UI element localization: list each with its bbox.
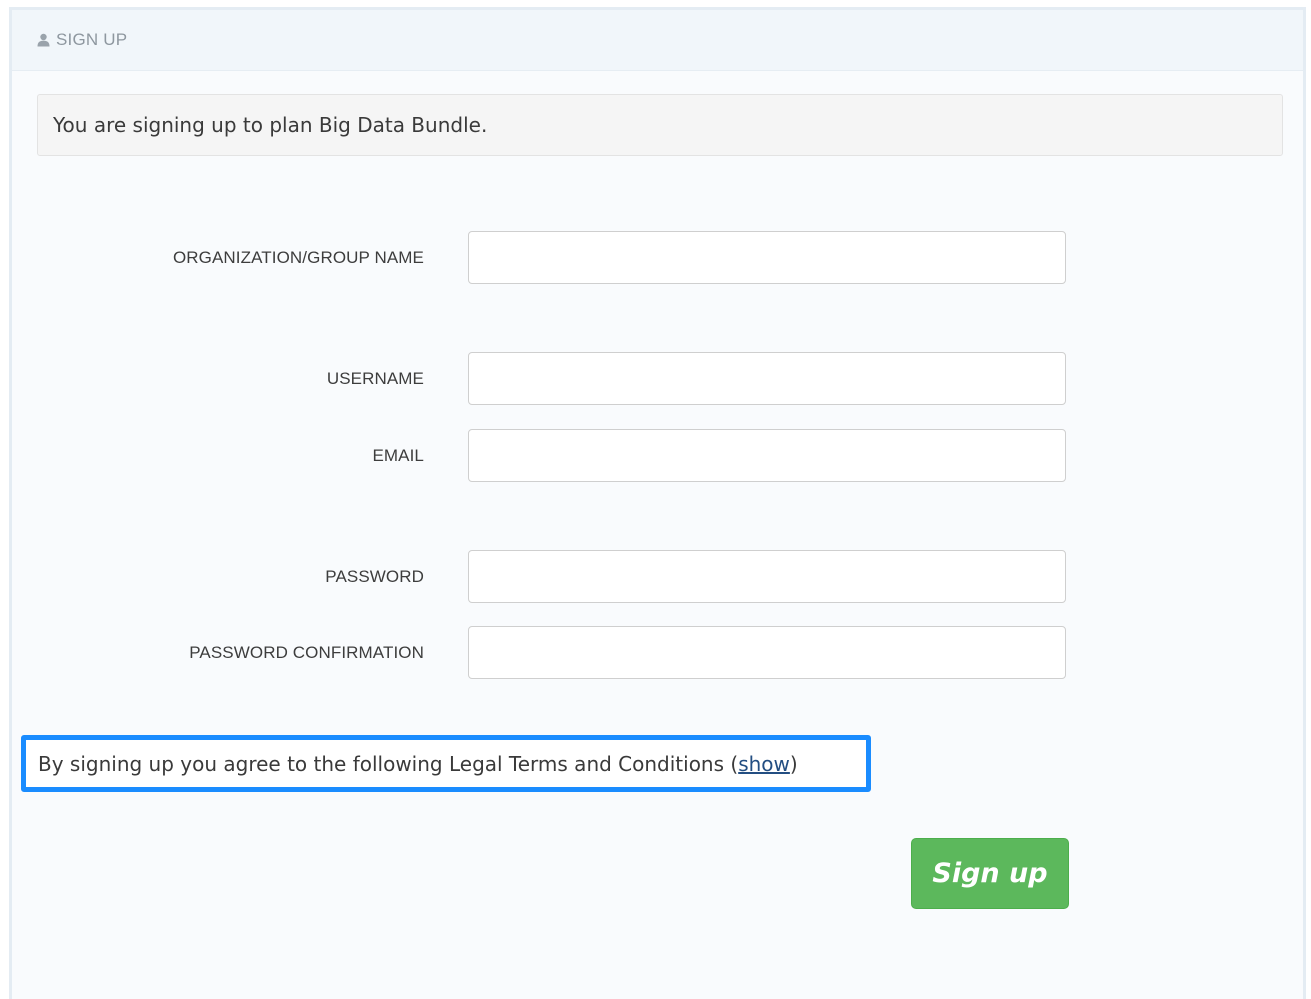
show-terms-link[interactable]: show — [738, 752, 790, 776]
password-confirmation-input[interactable] — [468, 626, 1066, 679]
password-input[interactable] — [468, 550, 1066, 603]
panel-title: SIGN UP — [56, 30, 128, 49]
email-label: EMAIL — [372, 446, 424, 465]
legal-terms-prefix: By signing up you agree to the following… — [38, 751, 739, 776]
form-row-password-confirmation: PASSWORD CONFIRMATION — [12, 626, 1309, 679]
panel-header: SIGN UP — [12, 10, 1303, 71]
legal-terms-suffix: ) — [789, 751, 798, 776]
email-input[interactable] — [468, 429, 1066, 482]
password-label: PASSWORD — [325, 567, 424, 586]
plan-notice-text: You are signing up to plan Big Data Bund… — [53, 113, 488, 137]
plan-notice: You are signing up to plan Big Data Bund… — [37, 94, 1283, 156]
legal-terms-text: By signing up you agree to the following… — [38, 752, 798, 776]
legal-terms-notice: By signing up you agree to the following… — [21, 735, 871, 792]
username-input[interactable] — [468, 352, 1066, 405]
form-row-username: USERNAME — [12, 352, 1309, 405]
signup-panel: SIGN UP You are signing up to plan Big D… — [9, 7, 1306, 999]
form-row-email: EMAIL — [12, 429, 1309, 482]
password-confirmation-label: PASSWORD CONFIRMATION — [189, 643, 424, 662]
organization-label: ORGANIZATION/GROUP NAME — [172, 248, 424, 267]
form-row-organization: ORGANIZATION/GROUP NAME — [12, 231, 1309, 284]
form-row-password: PASSWORD — [12, 550, 1309, 603]
user-icon — [37, 33, 50, 47]
organization-input[interactable] — [468, 231, 1066, 284]
username-label: USERNAME — [326, 369, 424, 388]
sign-up-button[interactable]: Sign up — [911, 838, 1069, 909]
